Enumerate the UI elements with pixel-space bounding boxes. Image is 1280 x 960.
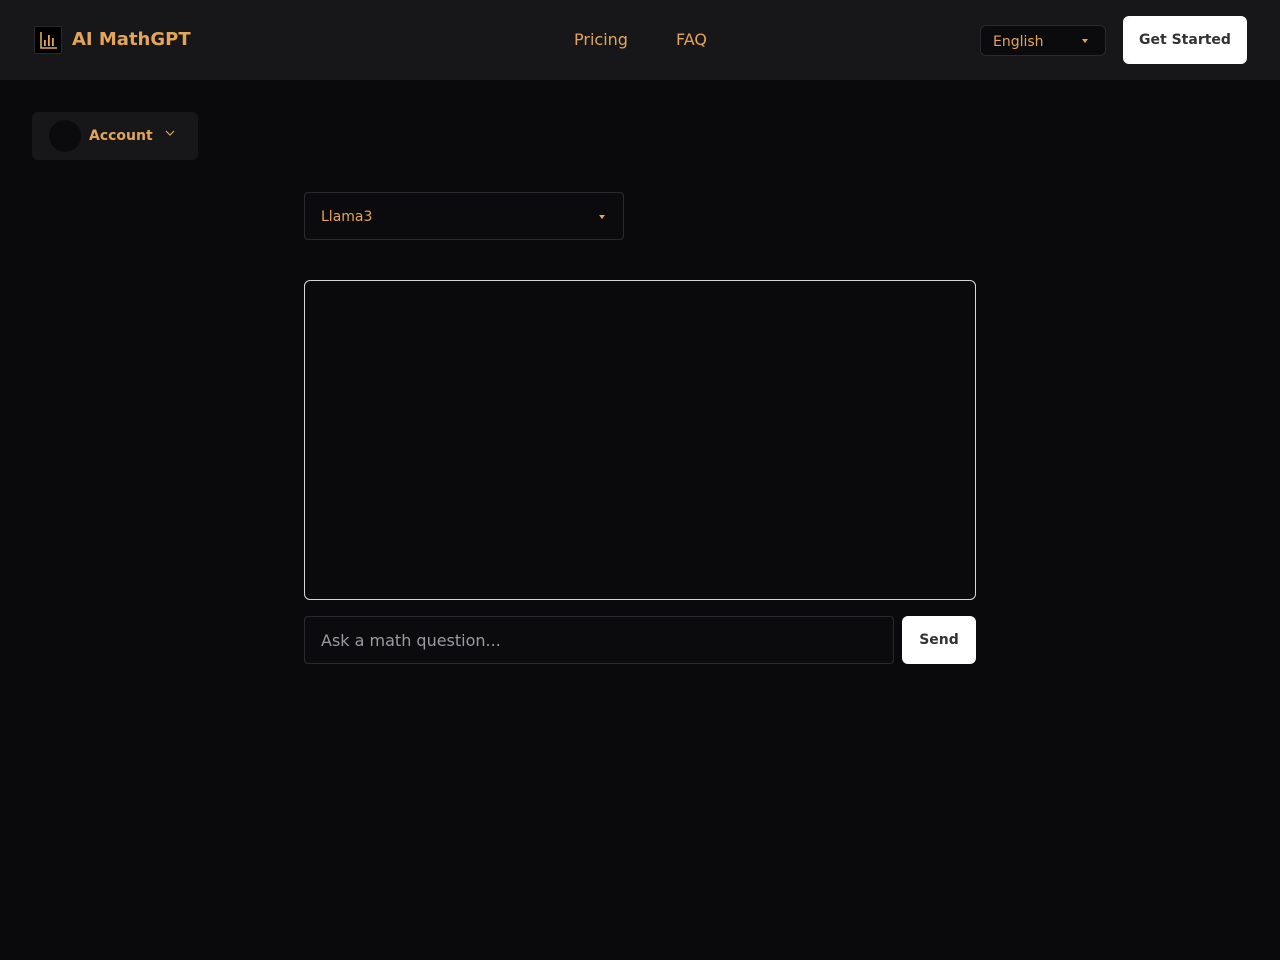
nav-link-faq[interactable]: FAQ [676,30,707,50]
chevron-down-icon [165,130,175,136]
caret-down-icon [599,215,605,219]
brand-name[interactable]: AI MathGPT [72,28,191,52]
question-input[interactable] [304,616,894,664]
language-select-value: English [993,34,1044,50]
account-menu-button[interactable]: Account [32,112,198,160]
nav-link-pricing[interactable]: Pricing [574,30,628,50]
send-button[interactable]: Send [902,616,976,664]
bar-chart-icon[interactable] [34,26,62,54]
model-select-value: Llama3 [321,209,373,225]
language-select[interactable]: English [980,25,1106,56]
avatar [49,120,81,152]
caret-down-icon [1082,39,1088,43]
top-navbar: AI MathGPT Pricing FAQ English Get Start… [0,0,1280,80]
logo-graphic [40,32,57,49]
model-select[interactable]: Llama3 [304,192,624,240]
account-label: Account [89,128,153,144]
get-started-button[interactable]: Get Started [1123,16,1247,64]
chat-messages-area [304,280,976,600]
